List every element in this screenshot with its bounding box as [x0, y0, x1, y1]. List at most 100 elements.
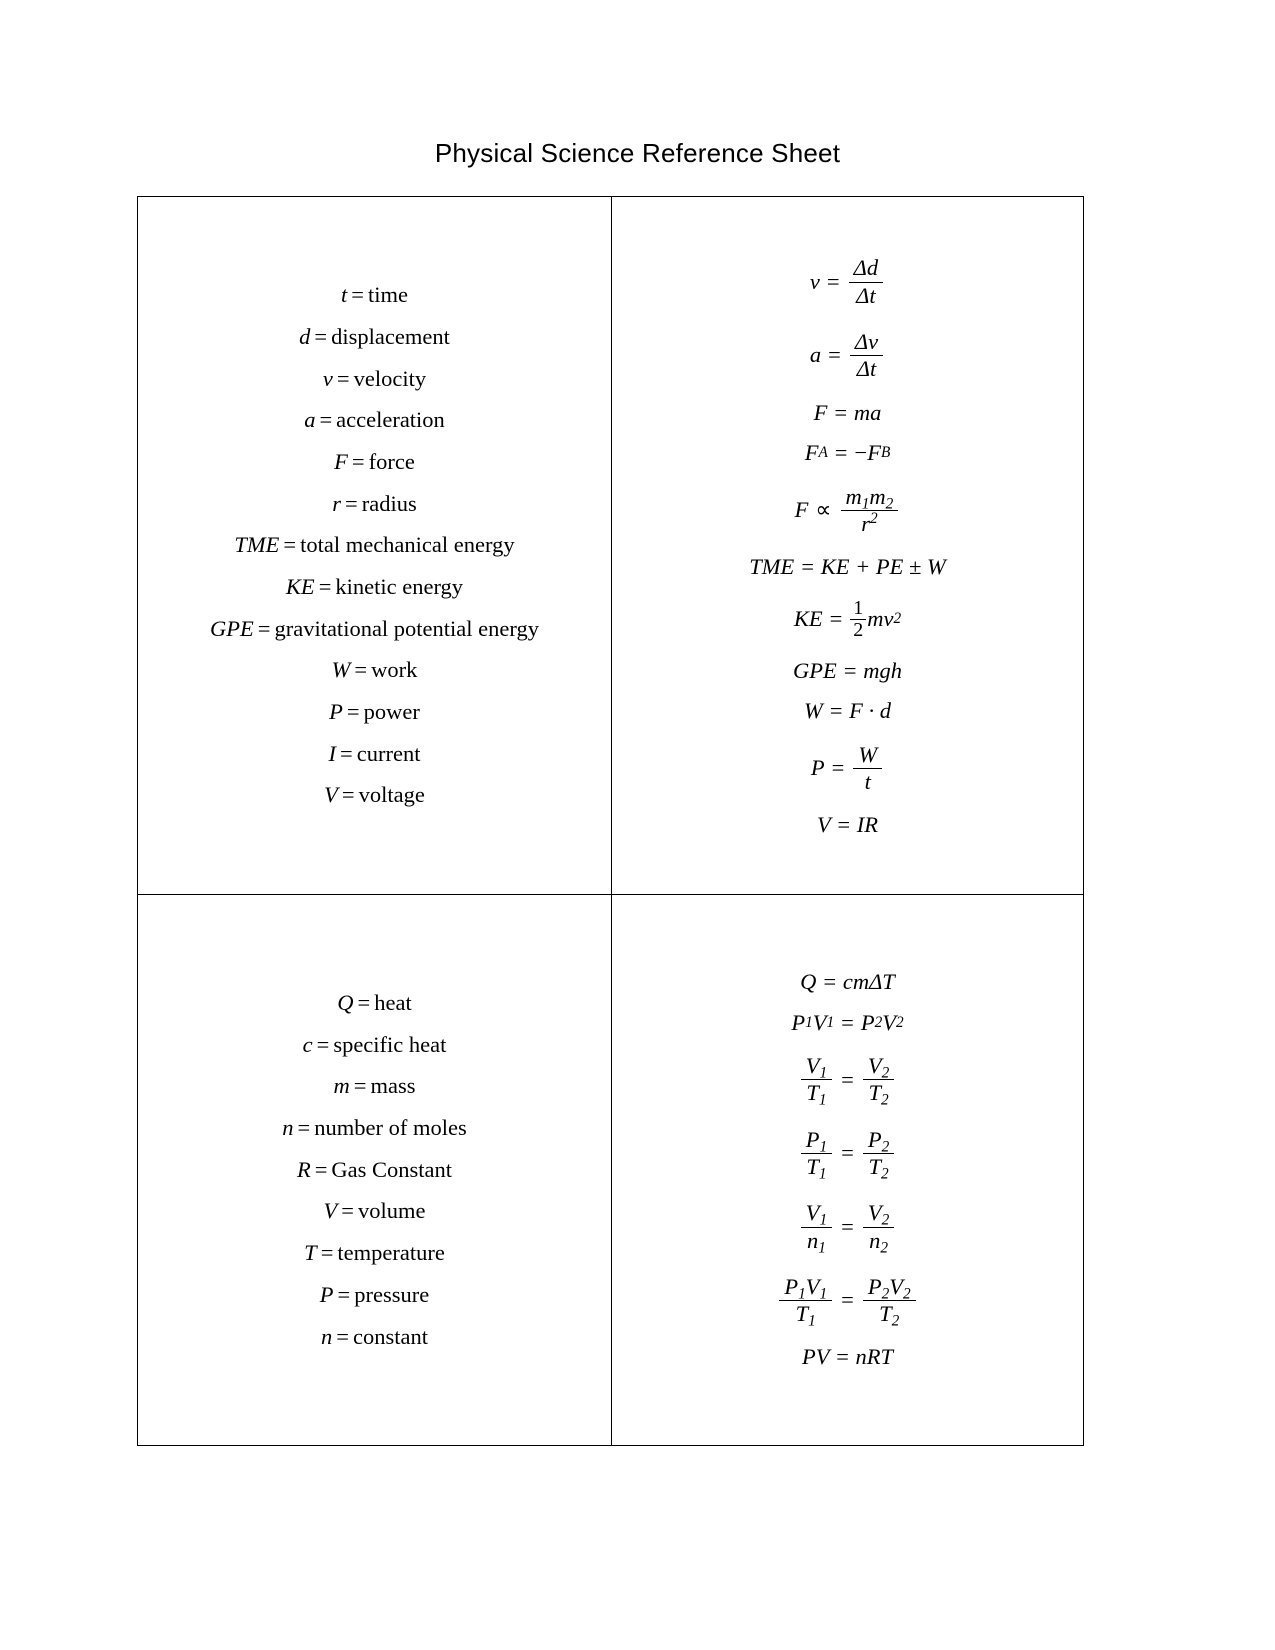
combined-t1-sub: 1	[808, 1312, 816, 1330]
definition-mass: m = mass	[138, 1066, 611, 1108]
mass-2-base: m	[869, 483, 886, 509]
equation-work: W = F · d	[803, 698, 892, 724]
gases-equations-cell: Q = cmΔT P1V1 = P2V2 V1 T1 = V2 T2 P1 T1…	[611, 894, 1084, 1446]
gaylussac-left-denominator: T1	[801, 1153, 831, 1181]
symbol-R: R	[296, 1156, 311, 1182]
equals-sign: =	[283, 532, 297, 558]
equals-sign: =	[841, 1140, 854, 1166]
equals-sign: =	[351, 282, 364, 308]
equals-sign: =	[841, 1009, 854, 1035]
definition-radius: r = radius	[138, 483, 611, 525]
equation-newtons-second-law: F = ma	[813, 399, 882, 425]
definition-temperature: T = temperature	[138, 1233, 611, 1275]
symbol-v: v	[322, 365, 333, 391]
definition-force: F = force	[138, 441, 611, 483]
symbol-P: P	[319, 1281, 334, 1307]
equals-sign: =	[340, 740, 353, 766]
equation-ohms-law: V = IR	[816, 812, 878, 838]
avogadro-right-numerator: V2	[862, 1200, 895, 1228]
meaning-voltage: voltage	[358, 782, 425, 808]
symbol-I: I	[328, 740, 337, 766]
equals-sign: =	[341, 782, 355, 808]
combined-p2-base: P	[867, 1273, 882, 1299]
equation-gay-lussacs-law: P1 T1 = P2 T2	[612, 1117, 1083, 1191]
equals-sign: =	[337, 1281, 351, 1307]
boyle-v2-base: V	[882, 1009, 896, 1035]
one-half-denominator: 2	[853, 618, 864, 641]
equation-boyles-law: P1V1 = P2V2	[791, 1009, 904, 1035]
charles-left-fraction: V 1 T1	[800, 1053, 833, 1109]
equation-kinetic-energy: KE = 1 2 mv2	[793, 596, 902, 641]
mechanics-equation-list: v = Δd Δt a = Δv Δt F = ma F A = − F B F…	[612, 245, 1083, 845]
equals-sign: =	[829, 605, 843, 631]
radius-exponent: 2	[869, 509, 878, 527]
equals-sign: =	[357, 990, 371, 1015]
charles-t2-base: T	[868, 1080, 881, 1106]
one-half-numerator: 1	[850, 597, 867, 620]
charles-v2-sub: 2	[881, 1064, 890, 1082]
avogadro-n1-sub: 1	[818, 1238, 826, 1256]
gases-equation-list: Q = cmΔT P1V1 = P2V2 V1 T1 = V2 T2 P1 T1…	[612, 962, 1083, 1378]
acceleration-denominator: Δt	[856, 356, 877, 382]
symbol-d: d	[299, 323, 311, 349]
meaning-specific-heat: specific heat	[333, 1031, 447, 1057]
equals-sign: =	[257, 615, 271, 641]
symbol-TME: TME	[234, 532, 280, 558]
kinetic-mass: m	[867, 605, 884, 631]
definition-gravitational-potential-energy: GPE = gravitational potential energy	[138, 608, 611, 650]
one-half-fraction: 1 2	[850, 597, 867, 641]
gaylussac-p2-sub: 2	[881, 1137, 890, 1155]
charles-t1-sub: 1	[818, 1091, 827, 1109]
charles-left-denominator: T1	[801, 1080, 831, 1109]
meaning-constant: constant	[352, 1323, 428, 1349]
symbol-a: a	[304, 407, 316, 433]
gaylussac-t2-sub: 2	[880, 1165, 889, 1183]
page-title: Physical Science Reference Sheet	[434, 138, 841, 168]
equals-sign: =	[341, 1198, 354, 1224]
avogadro-n2-sub: 2	[880, 1238, 888, 1256]
equals-sign: =	[346, 699, 360, 724]
definition-power: P = power	[138, 691, 611, 733]
charles-v1-base: V	[805, 1053, 820, 1079]
mechanics-variables-cell: t = time d = displacement v = velocity a = accel…	[137, 196, 612, 895]
acceleration-fraction: Δv Δt	[849, 329, 884, 383]
charles-t2-sub: 2	[880, 1091, 889, 1109]
avogadro-right-fraction: V2 n2	[862, 1200, 895, 1256]
combined-right-fraction: P2V2 T2	[862, 1273, 916, 1330]
definition-velocity: v = velocity	[138, 358, 611, 400]
gaylussac-t1-base: T	[806, 1153, 819, 1179]
gravitation-denominator: r2	[856, 511, 882, 537]
table-row-gases: Q = heat c = specific heat m = mass n = number o…	[137, 894, 1084, 1446]
definition-number-of-moles: n = number of moles	[138, 1107, 611, 1149]
mass-1-base: m	[845, 483, 862, 509]
gravitation-lhs: F	[794, 497, 809, 523]
equation-law-of-gravitation: F ∝ m1m2 r2	[612, 474, 1083, 548]
equation-newtons-third-law: FA = − F B	[804, 440, 891, 465]
velocity-lhs: v	[809, 268, 820, 294]
combined-v1-base: V	[805, 1273, 820, 1299]
equals-sign: =	[345, 490, 358, 516]
combined-v2-sub: 2	[903, 1285, 911, 1303]
velocity-fraction: Δd Δt	[848, 255, 884, 309]
equation-combined-gas-law: P1V1 T1 = P2V2 T2	[612, 1264, 1083, 1338]
velocity-denominator: Δt	[856, 282, 876, 308]
combined-t2-sub: 2	[891, 1312, 900, 1330]
equation-charles-law: V1 T1 = V2 T2	[612, 1043, 1083, 1117]
gases-variables-cell: Q = heat c = specific heat m = mass n = number o…	[137, 894, 612, 1446]
boyle-p1-base: P	[791, 1009, 806, 1035]
equation-gravitational-potential-energy: GPE = mgh	[793, 657, 902, 683]
equation-avogadros-law: V1 n1 = V2 n2	[612, 1190, 1083, 1264]
avogadro-left-denominator: n1	[802, 1228, 831, 1256]
symbol-W: W	[331, 657, 351, 683]
gaylussac-right-denominator: T2	[863, 1154, 893, 1183]
boyle-v1-base: V	[812, 1009, 827, 1035]
charles-right-numerator: V2	[862, 1053, 895, 1082]
equals-sign: =	[316, 1031, 330, 1057]
symbol-V: V	[323, 1198, 338, 1224]
combined-t1-base: T	[795, 1301, 809, 1327]
symbol-KE: KE	[285, 573, 315, 599]
meaning-total-mechanical-energy: total mechanical energy	[300, 532, 515, 558]
equals-sign: =	[314, 1156, 328, 1182]
power-lhs: P	[810, 755, 825, 781]
equals-sign: =	[297, 1115, 311, 1141]
